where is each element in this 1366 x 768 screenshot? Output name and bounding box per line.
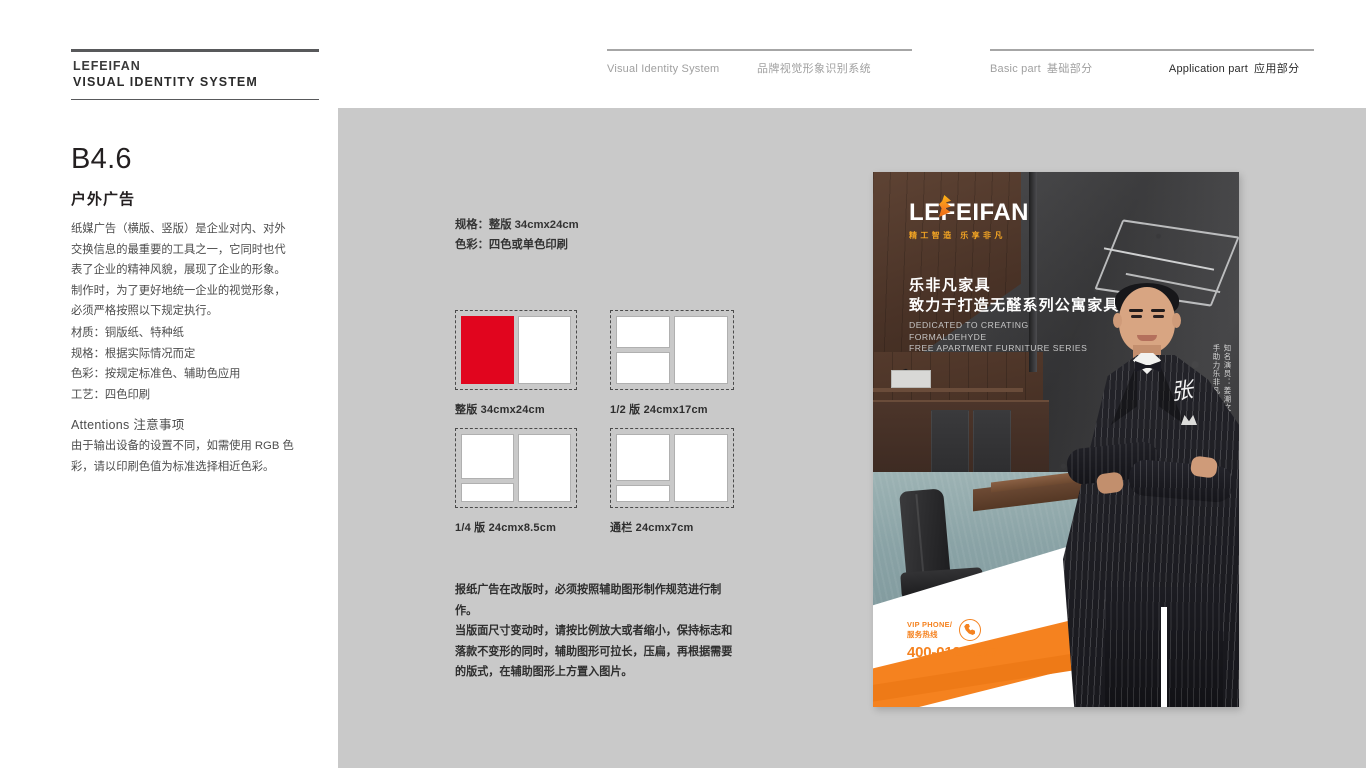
model-hand [1189, 455, 1219, 479]
center-spec-line: 规格：整版 34cmx24cm [455, 219, 579, 231]
body-line: 纸媒广告（横版、竖版）是企业对内、对外 [71, 223, 286, 235]
cabinet-door [931, 410, 969, 478]
page-right [518, 316, 571, 384]
tab-application-part-en[interactable]: Application part [1169, 63, 1248, 75]
page-left-split [616, 316, 670, 384]
thumb-label: 1/4 版 24cmx8.5cm [455, 522, 557, 534]
model-photo: 张 [1063, 283, 1239, 707]
attentions-line: 彩，请以印刷色值为标准选择相近色彩。 [71, 460, 275, 473]
model-ear [1113, 313, 1122, 328]
thumb-frame [455, 428, 577, 508]
phone-icon [959, 619, 982, 641]
thumb-frame [455, 310, 577, 390]
subtitle-line: FREE APARTMENT FURNITURE SERIES [909, 343, 1088, 354]
signature-overlay: 张 [1169, 378, 1193, 406]
page-right [517, 434, 571, 502]
layout-thumb-full[interactable]: 整版 34cmx24cm [455, 310, 577, 417]
logo-tagline: 精工智造 乐享非凡 [909, 231, 1006, 240]
header-group-system: Visual Identity System 品牌视觉形象识别系统 [607, 49, 912, 76]
thumb-label: 整版 34cmx24cm [455, 404, 545, 416]
subtitle-line: DEDICATED TO CREATING [909, 320, 1029, 330]
vip-phone-block: VIP PHONE/ 服务热线 400-0123-277 [907, 619, 998, 661]
header-vis-en: Visual Identity System [607, 62, 720, 75]
vip-label-en: VIP PHONE/ [907, 620, 953, 630]
model-brow [1129, 309, 1143, 312]
subtitle-line: FORMALDEHYDE [909, 331, 987, 342]
header-row: Visual Identity System 品牌视觉形象识别系统 [607, 51, 912, 76]
cabinet-door [973, 410, 1011, 478]
note-line: 落款不变形的同时，辅助图形可拉长，压扁，再根据需要 [455, 645, 733, 658]
attentions-body: 由于输出设备的设置不同，如需使用 RGB 色 彩，请以印刷色值为标准选择相近色彩… [71, 436, 314, 477]
poster-headline-primary: 乐非凡家具 [909, 277, 992, 294]
attentions-title: Attentions 注意事项 [71, 418, 185, 432]
attentions-line: 由于输出设备的设置不同，如需使用 RGB 色 [71, 440, 294, 452]
tab-basic-part-cn[interactable]: 基础部分 [1047, 60, 1169, 76]
model-ear [1172, 313, 1181, 328]
body-line: 交换信息的最重要的工具之一，它同时也代 [71, 243, 286, 256]
body-line: 制作时，为了更好地统一企业的视觉形象， [71, 284, 286, 297]
layout-thumb-banner[interactable]: 通栏 24cmx7cm [610, 428, 734, 535]
model-head [1119, 287, 1175, 353]
shelf [873, 388, 1023, 392]
vip-phone-row: VIP PHONE/ 服务热线 [907, 619, 998, 641]
desk-box [891, 370, 931, 388]
tab-basic-part-en[interactable]: Basic part [990, 63, 1041, 75]
section-title: 户外广告 [71, 191, 136, 208]
page-left-split [461, 434, 514, 502]
note-line: 报纸广告在改版时，必须按照辅助图形制作规范进行制作。 [455, 584, 722, 617]
center-spec-line: 色彩：四色或单色印刷 [455, 239, 568, 251]
page-left-split [616, 434, 670, 502]
page-cell [616, 316, 670, 348]
layout-thumb-quarter[interactable]: 1/4 版 24cmx8.5cm [455, 428, 577, 535]
poster-logo: LEFEIFAN 精工智造 乐享非凡 [909, 195, 1030, 241]
thumb-frame [610, 428, 734, 508]
body-line: 表了企业的精神风貌，展现了企业的形象。 [71, 264, 286, 277]
note-line: 当版面尺寸变动时，请按比例放大或者缩小，保持标志和 [455, 625, 733, 637]
thumb-frame [610, 310, 734, 390]
page-cell [461, 434, 514, 479]
center-note: 报纸广告在改版时，必须按照辅助图形制作规范进行制作。 当版面尺寸变动时，请按比例… [455, 580, 735, 683]
model-mouth [1137, 335, 1157, 341]
thumb-label: 1/2 版 24cmx17cm [610, 404, 708, 416]
spec-list: 材质：铜版纸、特种纸 规格：根据实际情况而定 色彩：按规定标准色、辅助色应用 工… [71, 323, 321, 405]
brand-name: LEFEIFAN [73, 59, 141, 73]
page-left-filled [461, 316, 514, 384]
model-eye [1131, 315, 1142, 318]
thumb-label: 通栏 24cmx7cm [610, 522, 694, 534]
spec-item: 色彩：按规定标准色、辅助色应用 [71, 368, 241, 381]
page-cell [616, 434, 670, 482]
center-spec-text: 规格：整版 34cmx24cm 色彩：四色或单色印刷 [455, 215, 579, 255]
page-right [673, 434, 728, 502]
model-brow [1151, 309, 1165, 312]
tab-application-part-cn[interactable]: 应用部分 [1254, 60, 1300, 76]
spec-item: 规格：根据实际情况而定 [71, 347, 196, 360]
page-cell [616, 485, 670, 502]
model-eye [1153, 315, 1164, 318]
logo-wordmark: LEFEIFAN [909, 199, 1030, 226]
body-line: 必须严格按照以下规定执行。 [71, 305, 218, 318]
page-cell [461, 482, 514, 502]
section-body: 纸媒广告（横版、竖版）是企业对内、对外 交换信息的最重要的工具之一，它同时也代 … [71, 219, 314, 322]
spec-item: 材质：铜版纸、特种纸 [71, 327, 184, 339]
page-cell [616, 352, 670, 384]
brand-rule-bottom [71, 99, 319, 100]
spec-item: 工艺：四色印刷 [71, 388, 151, 401]
note-line: 的版式，在辅助图形上方置入图片。 [455, 666, 633, 678]
header-group-parts: Basic part 基础部分 Application part 应用部分 [990, 49, 1314, 76]
poster-preview[interactable]: LEFEIFAN 精工智造 乐享非凡 乐非凡家具 致力于打造无醛系列公寓家具 D… [873, 172, 1239, 707]
vip-phone-number: 400-0123-277 [907, 644, 999, 661]
poster-subtitle-en: DEDICATED TO CREATING FORMALDEHYDE FREE … [909, 320, 1087, 355]
model-leg-gap [1161, 607, 1167, 707]
header-row-parts: Basic part 基础部分 Application part 应用部分 [990, 51, 1314, 76]
layout-thumb-half[interactable]: 1/2 版 24cmx17cm [610, 310, 734, 417]
brand-block: LEFEIFAN VISUAL IDENTITY SYSTEM [71, 49, 319, 100]
brand-lines: LEFEIFAN VISUAL IDENTITY SYSTEM [71, 52, 319, 94]
brand-subtitle: VISUAL IDENTITY SYSTEM [73, 75, 258, 89]
page-right [673, 316, 728, 384]
vip-label-cn: 服务热线 [907, 630, 938, 639]
section-code: B4.6 [71, 143, 132, 175]
vip-phone-labels: VIP PHONE/ 服务热线 [907, 620, 952, 639]
header-vis-cn: 品牌视觉形象识别系统 [757, 62, 871, 75]
